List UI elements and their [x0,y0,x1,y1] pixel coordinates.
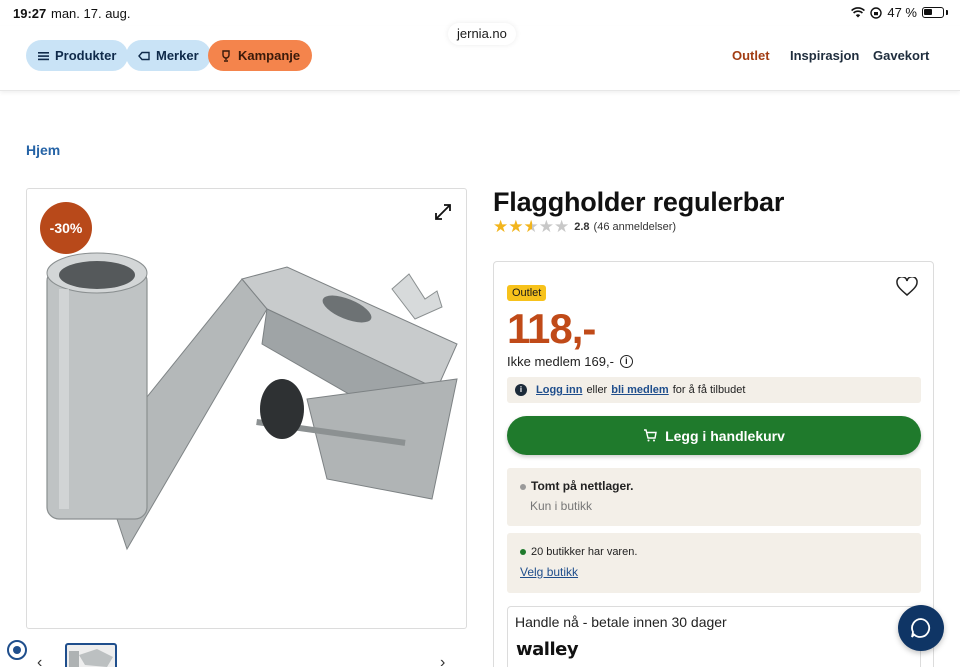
product-image [46,252,458,551]
orientation-lock-icon [870,6,883,19]
chevron-left-icon[interactable]: ‹ [37,654,42,667]
purchase-panel: Outlet 118,- Ikke medlem 169,- i i Logg … [493,261,934,667]
price: 118,- [507,305,596,352]
clock: 19:27 [13,6,47,21]
payment-text: Handle nå - betale innen 30 dager [515,614,727,630]
breadcrumb-home[interactable]: Hjem [26,142,60,158]
choose-store-link[interactable]: Velg butikk [520,565,578,579]
non-member-price: Ikke medlem 169,- i [507,354,633,369]
payment-option-box[interactable]: Handle nå - betale innen 30 dager walley [507,606,921,667]
chat-button[interactable] [898,605,944,651]
star-empty-icon: ★ [538,217,554,236]
become-member-link[interactable]: bli medlem [611,384,668,396]
outlet-badge: Outlet [507,285,547,301]
site-header: Produkter Merker Kampanje Outlet Inspira… [0,26,960,91]
battery-icon [922,7,944,18]
store-stock-status: 20 butikker har varen. [520,546,637,558]
login-offer-box: i Logg inn eller bli medlem for å få til… [507,377,921,403]
star-icon: ★ [493,217,509,236]
campaign-label: Kampanje [238,48,301,63]
online-stock-sub: Kun i butikk [530,499,593,513]
star-empty-icon: ★ [554,217,570,236]
login-or-text: eller [586,384,608,396]
chevron-right-icon[interactable]: › [440,654,445,667]
heart-icon[interactable] [896,277,918,297]
status-dot [520,483,526,490]
products-menu-label: Produkter [55,48,117,63]
thumbnail[interactable] [65,643,117,667]
add-to-cart-label: Legg i handlekurv [665,427,785,444]
add-to-cart-button[interactable]: Legg i handlekurv [507,416,921,455]
chat-bubble-icon [911,618,931,638]
date: man. 17. aug. [51,6,131,21]
menu-icon [38,51,49,60]
products-menu-button[interactable]: Produkter [26,40,129,71]
brands-label: Merker [156,48,199,63]
expand-icon[interactable] [434,203,452,221]
online-stock-status: Tomt på nettlager. [520,479,633,493]
online-stock-title: Tomt på nettlager. [531,479,634,493]
walley-logo: walley [516,639,579,660]
store-stock-box: 20 butikker har varen. Velg butikk [507,533,921,593]
product-image-gallery[interactable]: -30% [26,188,467,629]
nav-giftcard[interactable]: Gavekort [873,48,929,63]
star-icon: ★ [508,217,524,236]
cart-icon [644,429,657,442]
star-half-icon: ★ [523,217,539,236]
store-stock-title: 20 butikker har varen. [531,546,638,558]
nav-inspiration[interactable]: Inspirasjon [790,48,859,63]
info-filled-icon: i [515,384,527,396]
non-member-price-text: Ikke medlem 169,- [507,354,614,369]
discount-badge: -30% [40,202,92,254]
thumbnail-image [69,649,113,667]
login-link[interactable]: Logg inn [536,384,582,396]
brands-button[interactable]: Merker [126,40,211,71]
thumbnail-strip: ‹ › [26,642,467,667]
product-title: Flaggholder regulerbar [493,187,785,217]
cookie-settings-icon[interactable] [6,639,28,661]
login-tail-text: for å få tilbudet [672,384,746,396]
wifi-icon [851,7,866,18]
nav-outlet[interactable]: Outlet [732,48,770,63]
info-icon[interactable]: i [619,355,633,368]
rating-score: 2.8 [574,221,590,233]
review-count: (46 anmeldelser) [593,221,677,233]
tag-icon [138,51,150,60]
trophy-icon [222,49,230,62]
status-icons: 47 % [851,5,948,20]
battery-percent: 47 % [887,5,917,20]
campaign-button[interactable]: Kampanje [208,40,313,71]
product-rating[interactable]: ★ ★ ★ ★ ★ 2.8 (46 anmeldelser) [493,217,677,236]
online-stock-box: Tomt på nettlager. Kun i butikk [507,468,921,526]
status-dot [520,549,526,556]
